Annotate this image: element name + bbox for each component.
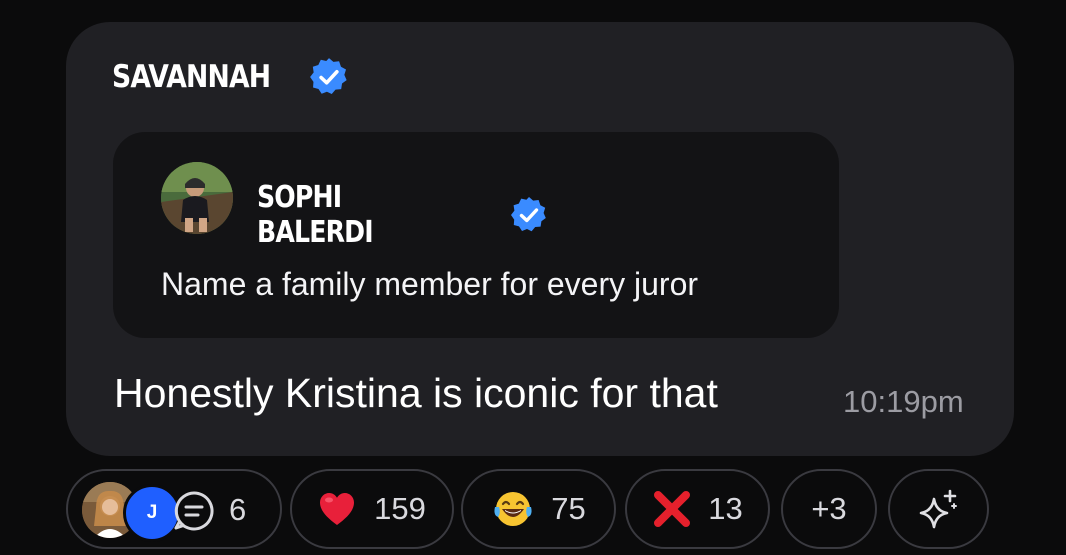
more-reactions-pill[interactable]: +3 (781, 469, 877, 549)
reaction-cross-pill[interactable]: 13 (625, 469, 770, 549)
sparkle-icon (919, 489, 957, 529)
message-text: Honestly Kristina is iconic for that (114, 370, 718, 416)
message-author-name[interactable]: SAVANNAH (112, 59, 271, 95)
quoted-message-card[interactable]: SOPHI BALERDI Name a family member for e… (113, 132, 839, 338)
message-author-row: SAVANNAH (112, 56, 350, 98)
cross-count: 13 (708, 491, 743, 526)
quoted-author-avatar[interactable] (161, 162, 233, 234)
add-reaction-button[interactable] (888, 469, 989, 549)
quoted-message-text: Name a family member for every juror (161, 266, 699, 302)
reaction-laugh-pill[interactable]: 75 (461, 469, 616, 549)
more-reactions-label: +3 (811, 491, 847, 526)
quoted-verified-badge-icon (511, 197, 546, 232)
message-timestamp: 10:19pm (843, 384, 964, 419)
verified-badge-icon (310, 58, 347, 95)
thread-bubble-icon (174, 491, 214, 531)
laugh-count: 75 (551, 491, 586, 526)
tears-of-joy-icon (494, 492, 532, 526)
heart-count: 159 (374, 491, 426, 526)
heart-icon (320, 493, 355, 525)
quoted-author-row: SOPHI BALERDI (257, 180, 549, 250)
thread-reply-count: 6 (229, 492, 247, 527)
cross-mark-icon (654, 491, 691, 527)
quoted-author-name[interactable]: SOPHI BALERDI (257, 180, 450, 250)
reaction-heart-pill[interactable]: 159 (290, 469, 454, 549)
